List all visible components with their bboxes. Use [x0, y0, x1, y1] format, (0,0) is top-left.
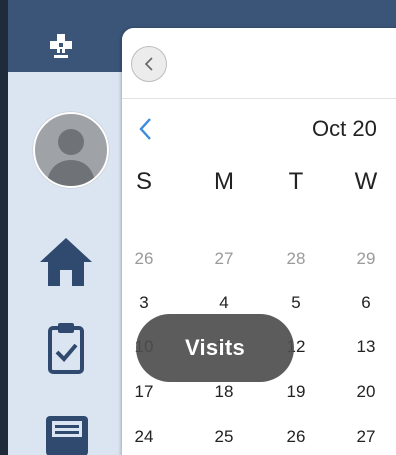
- calendar-day[interactable]: 6: [346, 293, 386, 313]
- user-silhouette-icon: [47, 129, 95, 186]
- card-header: [122, 28, 396, 99]
- home-icon[interactable]: [36, 234, 96, 290]
- calendar-day[interactable]: 29: [346, 249, 386, 269]
- calendar-day[interactable]: 26: [124, 249, 164, 269]
- avatar[interactable]: [33, 112, 109, 188]
- inbox-icon[interactable]: [43, 406, 91, 455]
- prev-month-chevron-icon[interactable]: [136, 116, 156, 142]
- calendar-day[interactable]: 27: [204, 249, 244, 269]
- calendar-day[interactable]: 26: [276, 427, 316, 447]
- weekday-monday: M: [214, 168, 234, 195]
- weekday-wednesday: W: [354, 168, 378, 195]
- back-button[interactable]: [131, 46, 167, 82]
- calendar-day[interactable]: 20: [346, 382, 386, 402]
- calendar-day[interactable]: 24: [124, 427, 164, 447]
- medical-cross-icon[interactable]: [46, 32, 76, 62]
- main-content-card: Oct 20 S M T W 26 27 28 29 3 4 5 6 10 11…: [122, 28, 396, 455]
- calendar-day[interactable]: 13: [346, 337, 386, 357]
- calendar-day[interactable]: 27: [346, 427, 386, 447]
- clipboard-check-icon[interactable]: [46, 320, 86, 376]
- app-window: Oct 20 S M T W 26 27 28 29 3 4 5 6 10 11…: [0, 0, 396, 455]
- weekday-tuesday: T: [288, 168, 304, 195]
- window-edge: [0, 0, 8, 455]
- calendar-day[interactable]: 3: [124, 293, 164, 313]
- calendar-day[interactable]: 25: [204, 427, 244, 447]
- calendar-day[interactable]: 18: [204, 382, 244, 402]
- chevron-left-icon: [144, 57, 153, 71]
- nav-tooltip: Visits: [136, 314, 294, 382]
- calendar-day[interactable]: 28: [276, 249, 316, 269]
- sidebar: [8, 72, 122, 455]
- calendar-day[interactable]: 4: [204, 293, 244, 313]
- calendar-day[interactable]: 5: [276, 293, 316, 313]
- weekday-sunday: S: [135, 168, 152, 195]
- calendar-day[interactable]: 17: [124, 382, 164, 402]
- calendar-month-title: Oct 20: [312, 116, 377, 141]
- calendar-day[interactable]: 19: [276, 382, 316, 402]
